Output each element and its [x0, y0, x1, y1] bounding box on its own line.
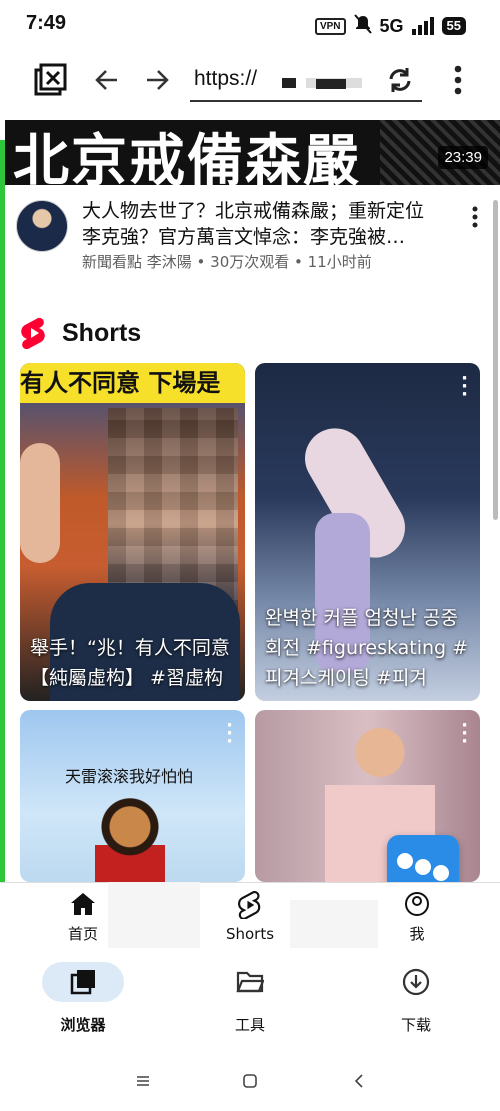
shorts-section-label: Shorts	[62, 318, 142, 347]
network-type: 5G	[379, 15, 404, 36]
refresh-icon[interactable]	[383, 62, 417, 98]
back-arrow-icon[interactable]	[92, 62, 122, 98]
nav-downloads[interactable]: 下载	[366, 962, 466, 1035]
shorts-header: Shorts	[20, 313, 141, 353]
more-vert-icon[interactable]: · · ·	[461, 717, 468, 751]
short-caption: 완벽한 커플 엄청난 공중회전 #figureskating #피겨스케이팅 #…	[265, 607, 469, 689]
video-duration: 23:39	[438, 146, 488, 169]
browser-tabs-icon	[70, 970, 95, 995]
url-redaction	[282, 78, 296, 88]
status-bar: 7:49 VPN 5G 55	[0, 0, 500, 52]
nav-me-label: 我	[409, 925, 425, 943]
folder-icon	[236, 971, 264, 993]
nav-downloads-pill	[375, 962, 457, 1002]
url-redaction	[316, 79, 346, 89]
nav-tools-label: 工具	[234, 1016, 265, 1034]
video-thumbnail[interactable]: 北京戒備森嚴 23:39	[5, 120, 500, 185]
scrollbar[interactable]	[493, 200, 498, 520]
short-banner-text: 有人不同意 下場是	[20, 363, 245, 403]
video-title[interactable]: 大人物去世了？北京戒備森嚴；重新定位李克強？官方萬言文悼念：李克強被…	[82, 198, 442, 250]
nav-downloads-label: 下载	[400, 1016, 431, 1034]
nav-tools[interactable]: 工具	[200, 962, 300, 1035]
status-time: 7:49	[26, 12, 67, 34]
mute-bell-icon	[353, 14, 372, 38]
browser-bottom-nav: 浏览器 工具 下载	[0, 948, 500, 1048]
back-chevron-icon[interactable]	[344, 1066, 374, 1096]
recents-menu-icon[interactable]	[128, 1066, 158, 1096]
browser-toolbar: https://	[0, 52, 500, 108]
nav-browser[interactable]: 浏览器	[33, 962, 133, 1035]
nav-shorts[interactable]: Shorts	[195, 891, 305, 943]
more-vert-icon[interactable]: · · ·	[226, 717, 233, 751]
short-card[interactable]: · · · 완벽한 커플 엄청난 공중회전 #figureskating #피겨스케…	[255, 363, 480, 701]
page-content: 北京戒備森嚴 23:39 大人物去世了？北京戒備森嚴；重新定位李克強？官方萬言文…	[0, 120, 500, 882]
nav-me[interactable]: 我	[362, 891, 472, 944]
video-meta: 新聞看點 李沐陽 • 30万次观看 • 11小时前	[82, 253, 372, 271]
hand-image	[20, 443, 60, 563]
url-text[interactable]: https://	[194, 67, 257, 91]
short-caption: 舉手！“兆！有人不同意【純屬虛构】 #習虛构	[30, 637, 230, 689]
battery-icon: 55	[441, 17, 466, 35]
more-vert-icon[interactable]	[448, 62, 468, 98]
more-vert-icon[interactable]: · · ·	[461, 370, 468, 404]
home-icon	[71, 893, 95, 915]
avatar-icon	[405, 892, 429, 916]
vpn-badge: VPN	[314, 17, 346, 35]
tabs-close-icon[interactable]	[32, 62, 68, 98]
nav-browser-pill	[42, 962, 124, 1002]
redaction-block	[108, 882, 200, 948]
download-icon	[402, 968, 430, 996]
short-card[interactable]: 有人不同意 下場是 舉手！“兆！有人不同意【純屬虛构】 #習虛构	[20, 363, 245, 701]
channel-avatar[interactable]	[16, 200, 68, 252]
video-info[interactable]: 大人物去世了？北京戒備森嚴；重新定位李克強？官方萬言文悼念：李克強被… 新聞看點…	[0, 194, 500, 284]
system-nav-bar	[0, 1048, 500, 1111]
signal-icon	[411, 17, 434, 35]
shorts-icon	[238, 891, 261, 920]
shorts-logo-icon	[21, 317, 45, 349]
cartoon-figure-image	[95, 790, 165, 882]
short-overlay-text: 天雷滚滚我好怕怕	[65, 767, 194, 786]
forward-arrow-icon[interactable]	[142, 62, 172, 98]
home-square-icon[interactable]	[235, 1066, 265, 1096]
status-icons: VPN 5G 55	[314, 14, 466, 38]
more-vert-icon[interactable]	[472, 206, 478, 232]
youtube-bottom-nav: 首页 Shorts 我	[0, 882, 500, 949]
nav-browser-label: 浏览器	[60, 1016, 106, 1034]
short-card[interactable]: 天雷滚滚我好怕怕 · · ·	[20, 710, 245, 882]
nav-tools-pill	[209, 962, 291, 1002]
thumbnail-text: 北京戒備森嚴	[13, 129, 361, 185]
nav-shorts-label: Shorts	[225, 925, 275, 943]
redaction-block	[290, 900, 378, 948]
